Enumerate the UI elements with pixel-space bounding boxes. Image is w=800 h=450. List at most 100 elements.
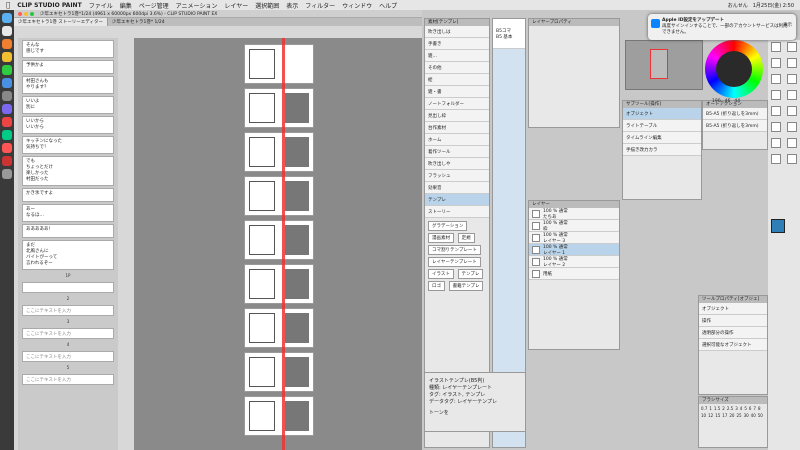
menu-page[interactable]: ページ管理 (139, 1, 169, 10)
manga-page[interactable] (244, 44, 314, 84)
canvas-area[interactable] (134, 38, 424, 450)
tree-item[interactable]: 台作素材 (425, 122, 489, 134)
brush-size-option[interactable]: 40 (751, 413, 756, 418)
tree-item[interactable]: ノートフォルダー (425, 98, 489, 110)
text-bubble[interactable]: キッチンになった 気持ちで！ (22, 136, 114, 154)
menu-selection[interactable]: 選択範囲 (255, 1, 279, 10)
menu-layer[interactable]: レイヤー (224, 1, 248, 10)
layer-row[interactable]: 用紙 (529, 268, 619, 280)
apple-menu-icon[interactable]:  (6, 1, 10, 9)
text-bubble[interactable]: 予供かよ (22, 60, 114, 74)
brush-tool-icon[interactable] (787, 90, 797, 100)
brush-size-option[interactable]: 1 (709, 406, 712, 411)
tag-button[interactable]: グラデーション (428, 221, 468, 231)
brush-size-option[interactable]: 25 (736, 413, 741, 418)
manga-page[interactable] (244, 308, 314, 348)
lasso-tool-icon[interactable] (787, 58, 797, 68)
text-input[interactable]: ここにテキストを入力 (22, 305, 114, 316)
tag-button[interactable]: コマ割りテンプレート (428, 245, 481, 255)
layer-row[interactable]: 100 % 通常 たちあ (529, 208, 619, 220)
fill-tool-icon[interactable] (771, 122, 781, 132)
notification-show-button[interactable]: 表示 (783, 22, 792, 28)
subtool-item[interactable]: タイムライン編集 (623, 132, 701, 144)
auto-action-item[interactable]: B5-A5 (折り返しを3mm) (703, 108, 767, 120)
minimize-icon[interactable] (24, 11, 28, 16)
brush-size-option[interactable]: 8 (758, 406, 761, 411)
acrobat-icon[interactable] (2, 156, 12, 166)
menu-filter[interactable]: フィルター (305, 1, 335, 10)
safari-icon[interactable] (2, 78, 12, 88)
close-icon[interactable] (18, 11, 22, 16)
tree-item[interactable]: ホーム (425, 134, 489, 146)
tree-item[interactable]: ストーリー (425, 206, 489, 218)
menu-window[interactable]: ウィンドウ (342, 1, 372, 10)
object-option[interactable]: 透明部分の操作 (699, 327, 767, 339)
zoom-tool-icon[interactable] (787, 42, 797, 52)
brush-size-option[interactable]: 1.5 (714, 406, 720, 411)
manga-page[interactable] (244, 264, 314, 304)
pencil-tool-icon[interactable] (771, 90, 781, 100)
subtool-item[interactable]: 手描き改力カラ (623, 144, 701, 156)
menu-help[interactable]: ヘルプ (379, 1, 397, 10)
object-option[interactable]: 選択可能なオブジェクト (699, 339, 767, 351)
text-bubble[interactable]: あー なるほ… (22, 204, 114, 222)
tag-button[interactable]: イラスト (428, 269, 454, 279)
navigator[interactable] (625, 40, 703, 90)
brush-size-option[interactable]: 2.5 (727, 406, 733, 411)
brush-size-option[interactable]: 3 (735, 406, 738, 411)
gradient-icon[interactable] (787, 122, 797, 132)
tree-item[interactable]: 絵 (425, 74, 489, 86)
manga-page[interactable] (244, 220, 314, 260)
brush-size-option[interactable]: 0.7 (701, 406, 707, 411)
firefox-icon[interactable] (2, 143, 12, 153)
clock[interactable]: 1月25日(金) 2:50 (753, 2, 794, 9)
tone-checkbox-label[interactable]: トーンを (425, 409, 525, 416)
frame-tool-icon[interactable] (787, 138, 797, 148)
template-thumb[interactable]: B5コマ B5 基本 (493, 19, 525, 49)
main-color-swatch[interactable] (771, 219, 785, 233)
select-tool-icon[interactable] (771, 58, 781, 68)
brush-size-option[interactable]: 10 (701, 413, 706, 418)
menu-view[interactable]: 表示 (286, 1, 298, 10)
line-icon[interactable] (2, 65, 12, 75)
notification[interactable]: Apple ID設定をアップデート 再度サインインすることで、一部のアカウントサ… (648, 14, 796, 40)
text-bubble[interactable]: あああああ！ (22, 224, 114, 238)
layer-row[interactable]: 100 % 通常 レイヤー 1 (529, 244, 619, 256)
text-bubble[interactable]: でも ちょっとだけ 楽しかった 村田だった (22, 156, 114, 186)
tree-item[interactable]: 吹き出しや (425, 158, 489, 170)
tree-item[interactable]: 効果音 (425, 182, 489, 194)
text-bubble[interactable]: かき氷ですよ (22, 188, 114, 202)
tree-item[interactable]: 雑・書 (425, 86, 489, 98)
text-input[interactable]: ここにテキストを入力 (22, 328, 114, 339)
airbrush-icon[interactable] (771, 106, 781, 116)
settings-icon[interactable] (2, 91, 12, 101)
brush-size-option[interactable]: 30 (744, 413, 749, 418)
navigator-viewport[interactable] (650, 49, 668, 79)
manga-page[interactable] (244, 396, 314, 436)
text-bubble[interactable]: いいから いいから (22, 116, 114, 134)
manga-page[interactable] (244, 352, 314, 392)
brush-size-option[interactable]: 50 (758, 413, 763, 418)
layer-row[interactable]: 100 % 通常 レイヤー 3 (529, 232, 619, 244)
user-label[interactable]: おんせん (728, 2, 748, 9)
brush-size-option[interactable]: 17 (722, 413, 727, 418)
discord-icon[interactable] (2, 104, 12, 114)
tree-item[interactable]: 雑… (425, 50, 489, 62)
tree-item[interactable]: 着作ツール (425, 146, 489, 158)
tree-item[interactable]: テンプレ (425, 194, 489, 206)
text-bubble[interactable]: まだ 北風さんに バイトがーって 言われるぞー (22, 240, 114, 270)
tag-button[interactable]: 漫画素材 (428, 233, 454, 243)
zoom-icon[interactable] (30, 11, 34, 16)
color-wheel[interactable] (705, 40, 763, 98)
app-menu[interactable]: CLIP STUDIO PAINT (17, 2, 81, 9)
brush-size-option[interactable]: 2 (722, 406, 725, 411)
pen-tool-icon[interactable] (787, 74, 797, 84)
tag-button[interactable]: 書籍テンプレ (448, 281, 484, 291)
brush-size-option[interactable]: 5 (744, 406, 747, 411)
subtool-item[interactable]: オブジェクト (623, 108, 701, 120)
brush-size-option[interactable]: 12 (708, 413, 713, 418)
tree-item[interactable]: 見出し枠 (425, 110, 489, 122)
finder-icon[interactable] (2, 13, 12, 23)
brush-size-option[interactable]: 15 (715, 413, 720, 418)
trash-icon[interactable] (2, 169, 12, 179)
